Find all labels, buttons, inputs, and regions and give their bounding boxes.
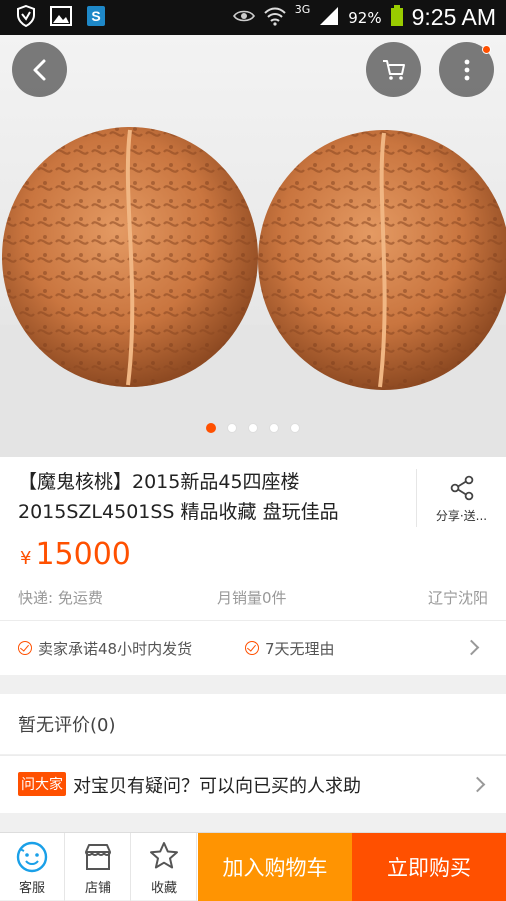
- app-s-icon: S: [86, 5, 106, 31]
- carousel-dot[interactable]: [206, 423, 216, 433]
- wifi-icon: [263, 6, 287, 30]
- share-label: 分享·送...: [435, 509, 488, 523]
- back-button[interactable]: [12, 42, 67, 97]
- buy-now-button[interactable]: 立即购买: [352, 833, 506, 901]
- more-vertical-icon: [464, 59, 469, 80]
- buy-now-label: 立即购买: [387, 856, 471, 880]
- carousel-dot[interactable]: [269, 423, 279, 433]
- shield-icon: [16, 4, 36, 31]
- ask-badge: 问大家: [18, 772, 66, 796]
- customer-service-button[interactable]: 客服: [0, 833, 65, 901]
- shop-icon: [85, 844, 111, 870]
- share-button[interactable]: 分享·送...: [416, 469, 506, 527]
- carousel-pager: [0, 423, 506, 433]
- more-button[interactable]: [439, 42, 494, 97]
- svg-text:S: S: [91, 8, 100, 24]
- cart-icon: [382, 59, 405, 80]
- location: 辽宁沈阳: [427, 589, 488, 607]
- carousel-dot[interactable]: [248, 423, 258, 433]
- product-title: 【魔鬼核桃】2015新品45四座楼2015SZL4501SS 精品收藏 盘玩佳品: [18, 471, 339, 523]
- shop-label: 店铺: [84, 881, 111, 896]
- chevron-right-icon: [463, 639, 480, 656]
- promise-item: 卖家承诺48小时内发货: [18, 638, 192, 659]
- add-to-cart-label: 加入购物车: [222, 856, 328, 880]
- walnut-photo: [0, 127, 506, 457]
- chevron-left-icon: [33, 59, 45, 80]
- price: ¥ 15000: [20, 537, 131, 572]
- battery-percent: 92%: [348, 8, 382, 27]
- cart-button[interactable]: [366, 42, 421, 97]
- carousel-dot[interactable]: [290, 423, 300, 433]
- promise-item: 7天无理由: [245, 638, 335, 659]
- monthly-sales: 月销量0件: [217, 589, 287, 607]
- star-icon: [150, 842, 178, 869]
- ask-buyers-row[interactable]: 问大家 对宝贝有疑问？可以向已买的人求助: [0, 755, 506, 813]
- share-icon: [450, 475, 473, 501]
- add-to-cart-button[interactable]: 加入购物车: [198, 833, 352, 901]
- eye-icon: [232, 8, 255, 27]
- signal-icon: [318, 6, 340, 30]
- reviews-section[interactable]: 暂无评价(0): [0, 694, 506, 754]
- notification-dot: [482, 45, 491, 54]
- image-icon: [50, 5, 72, 30]
- promise-label: 卖家承诺48小时内发货: [38, 639, 193, 658]
- favorite-label: 收藏: [150, 881, 177, 896]
- promise-label: 7天无理由: [265, 639, 335, 658]
- customer-service-icon: [16, 841, 48, 873]
- price-currency: ¥: [20, 548, 32, 569]
- shop-button[interactable]: 店铺: [66, 833, 131, 901]
- carousel-dot[interactable]: [227, 423, 237, 433]
- shipping-info: 快递: 免运费: [18, 589, 103, 607]
- chevron-right-icon: [469, 776, 486, 793]
- check-circle-icon: [245, 641, 259, 655]
- price-value: 15000: [35, 537, 131, 572]
- network-type: 3G: [294, 3, 311, 16]
- bottom-action-bar: 客服 店铺 收藏 加入购物车 立即购买: [0, 832, 506, 901]
- product-image-carousel[interactable]: [0, 35, 506, 457]
- favorite-button[interactable]: 收藏: [132, 833, 197, 901]
- service-promises[interactable]: 卖家承诺48小时内发货 7天无理由: [0, 620, 506, 675]
- check-circle-icon: [18, 641, 32, 655]
- battery-icon: [390, 4, 404, 31]
- reviews-label: 暂无评价(0): [18, 715, 116, 736]
- status-bar: S 3G 92% 9:25 AM: [0, 0, 506, 35]
- customer-service-label: 客服: [18, 881, 45, 896]
- ask-text: 对宝贝有疑问？可以向已买的人求助: [73, 776, 361, 797]
- product-info: 【魔鬼核桃】2015新品45四座楼2015SZL4501SS 精品收藏 盘玩佳品…: [0, 457, 506, 675]
- clock: 9:25 AM: [411, 4, 496, 30]
